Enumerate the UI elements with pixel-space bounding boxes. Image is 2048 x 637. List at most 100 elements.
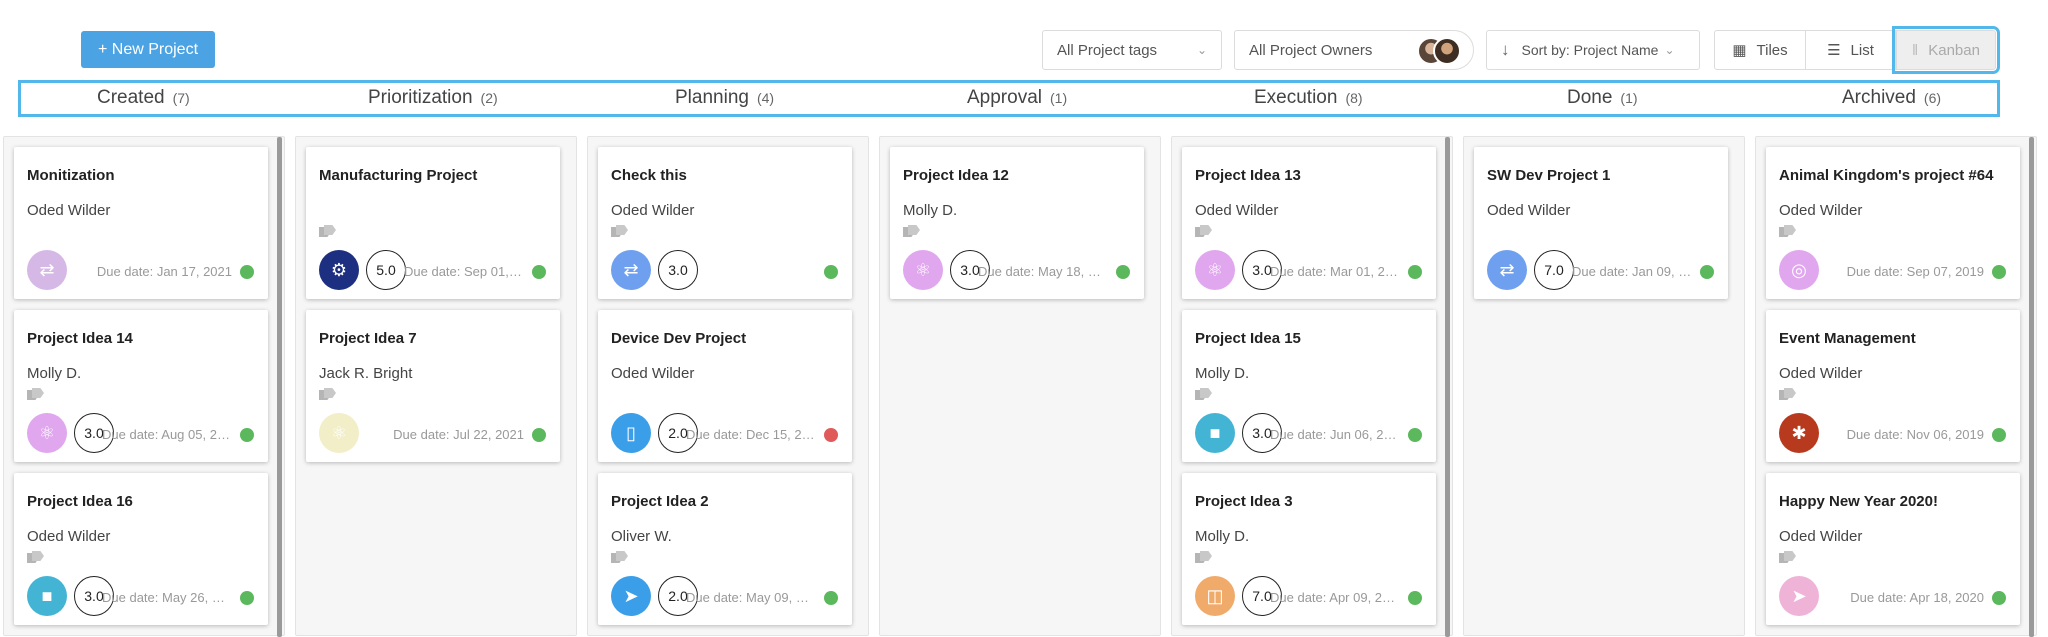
project-tags-select-label: All Project tags [1057, 41, 1158, 59]
status-dot [532, 428, 546, 442]
card-title: Project Idea 14 [27, 330, 133, 347]
avatar [1433, 37, 1461, 65]
status-dot [824, 265, 838, 279]
status-dot [824, 591, 838, 605]
card-title: Animal Kingdom's project #64 [1779, 167, 1994, 184]
tag-icon[interactable] [611, 225, 629, 239]
tag-icon[interactable] [1779, 388, 1797, 402]
card-title: Project Idea 15 [1195, 330, 1301, 347]
stage-header-prioritization[interactable]: Prioritization (2) [368, 87, 498, 109]
shuffle-icon: ⇄ [1487, 250, 1527, 290]
flask-icon: ⚛ [319, 413, 359, 453]
project-owners-select-label: All Project Owners [1249, 41, 1373, 59]
kanban-column-created: Monitization Oded Wilder ⇄ Due date: Jan… [3, 136, 285, 637]
project-card[interactable]: Project Idea 2 Oliver W. ➤ 2.0 Due date:… [598, 473, 852, 625]
project-card[interactable]: Project Idea 13 Oded Wilder ⚛ 3.0 Due da… [1182, 147, 1436, 299]
tag-icon[interactable] [1779, 551, 1797, 565]
card-owner: Molly D. [903, 202, 958, 219]
tag-icon[interactable] [27, 388, 45, 402]
chevron-down-icon: ⌄ [1196, 43, 1207, 57]
status-dot [240, 591, 254, 605]
project-card[interactable]: Project Idea 16 Oded Wilder ■ 3.0 Due da… [14, 473, 268, 625]
card-due-date: Due date: Jul 22, 2021 [393, 427, 524, 442]
project-card[interactable]: Monitization Oded Wilder ⇄ Due date: Jan… [14, 147, 268, 299]
stage-count: (6) [1923, 90, 1942, 106]
card-owner: Oded Wilder [27, 202, 111, 219]
stage-name: Execution [1254, 87, 1338, 108]
owner-avatars [1417, 37, 1463, 65]
chevron-down-icon: ⌄ [1664, 43, 1675, 57]
flask-icon: ⚛ [903, 250, 943, 290]
stage-count: (1) [1620, 90, 1638, 106]
stage-name: Created [97, 87, 165, 108]
paper-plane-icon: ➤ [611, 576, 651, 616]
gears-icon: ⚙ [319, 250, 359, 290]
card-owner: Molly D. [1195, 528, 1250, 545]
view-list-label: List [1850, 41, 1874, 59]
view-list-button[interactable]: ☰ List [1806, 30, 1896, 70]
tag-icon[interactable] [903, 225, 921, 239]
view-tiles-button[interactable]: ▦ Tiles [1714, 30, 1806, 70]
status-dot [532, 265, 546, 279]
card-owner: Oded Wilder [1779, 365, 1863, 382]
card-title: Happy New Year 2020! [1779, 493, 1938, 510]
project-card[interactable]: Project Idea 7 Jack R. Bright ⚛ Due date… [306, 310, 560, 462]
project-card[interactable]: Check this Oded Wilder ⇄ 3.0 [598, 147, 852, 299]
stage-name: Planning [675, 87, 749, 108]
card-owner: Jack R. Bright [319, 365, 413, 382]
stage-header-execution[interactable]: Execution (8) [1254, 87, 1363, 109]
card-title: Device Dev Project [611, 330, 747, 347]
project-card[interactable]: Event Management Oded Wilder ✱ Due date:… [1766, 310, 2020, 462]
project-card[interactable]: Project Idea 12 Molly D. ⚛ 3.0 Due date:… [890, 147, 1144, 299]
card-owner: Molly D. [1195, 365, 1250, 382]
tag-icon[interactable] [27, 551, 45, 565]
tag-icon[interactable] [319, 225, 337, 239]
card-due-date: Due date: Apr 09, 2021 [1270, 590, 1400, 605]
card-title: Project Idea 2 [611, 493, 709, 510]
card-title: Project Idea 13 [1195, 167, 1301, 184]
stage-header-done[interactable]: Done (1) [1567, 87, 1638, 109]
tag-icon[interactable] [1195, 225, 1213, 239]
card-due-date: Due date: Jan 09, 2021 [1572, 264, 1692, 279]
project-card[interactable]: Project Idea 14 Molly D. ⚛ 3.0 Due date:… [14, 310, 268, 462]
stage-header-planning[interactable]: Planning (4) [675, 87, 774, 109]
kanban-icon: ‖ [1912, 41, 1919, 59]
card-due-date: Due date: Nov 06, 2019 [1846, 427, 1984, 442]
score-badge: 3.0 [658, 250, 698, 290]
card-due-date: Due date: Sep 07, 2019 [1846, 264, 1984, 279]
project-card[interactable]: Manufacturing Project ⚙ 5.0 Due date: Se… [306, 147, 560, 299]
card-owner: Oliver W. [611, 528, 672, 545]
status-dot [1992, 591, 2006, 605]
tag-icon[interactable] [1195, 388, 1213, 402]
kanban-column-planning: Check this Oded Wilder ⇄ 3.0 Device Dev … [587, 136, 869, 636]
project-card[interactable]: Device Dev Project Oded Wilder ▯ 2.0 Due… [598, 310, 852, 462]
stage-header-bar: Created (7) Prioritization (2) Planning (4)… [18, 80, 2000, 117]
project-card[interactable]: SW Dev Project 1 Oded Wilder ⇄ 7.0 Due d… [1474, 147, 1728, 299]
stage-name: Archived [1842, 87, 1916, 108]
stage-header-created[interactable]: Created (7) [97, 87, 190, 109]
project-owners-select[interactable]: All Project Owners [1234, 30, 1474, 70]
flask-icon: ⚛ [27, 413, 67, 453]
project-card[interactable]: Happy New Year 2020! Oded Wilder ➤ Due d… [1766, 473, 2020, 625]
card-due-date: Due date: May 18, 2021 [978, 264, 1108, 279]
tag-icon[interactable] [319, 388, 337, 402]
project-card[interactable]: Project Idea 15 Molly D. ■ 3.0 Due date:… [1182, 310, 1436, 462]
tag-icon[interactable] [1779, 225, 1797, 239]
status-dot [240, 265, 254, 279]
stage-count: (2) [480, 90, 498, 106]
stage-header-archived[interactable]: Archived (6) [1842, 87, 1941, 109]
card-due-date: Due date: Apr 18, 2020 [1850, 590, 1984, 605]
stage-header-approval[interactable]: Approval (1) [967, 87, 1067, 109]
view-kanban-button[interactable]: ‖ Kanban [1892, 26, 2000, 74]
project-card[interactable]: Project Idea 3 Molly D. ◫ 7.0 Due date: … [1182, 473, 1436, 625]
project-tags-select[interactable]: All Project tags ⌄ [1042, 30, 1222, 70]
tag-icon[interactable] [611, 551, 629, 565]
tag-icon[interactable] [1195, 551, 1213, 565]
card-owner: Oded Wilder [1487, 202, 1571, 219]
shuffle-icon: ⇄ [27, 250, 67, 290]
sort-select[interactable]: ↓ Sort by: Project Name ⌄ [1486, 30, 1700, 70]
card-due-date: Due date: May 09, 2021 [686, 590, 816, 605]
new-project-button[interactable]: + New Project [81, 31, 215, 68]
project-card[interactable]: Animal Kingdom's project #64 Oded Wilder… [1766, 147, 2020, 299]
card-due-date: Due date: Jun 06, 2021 [1270, 427, 1400, 442]
